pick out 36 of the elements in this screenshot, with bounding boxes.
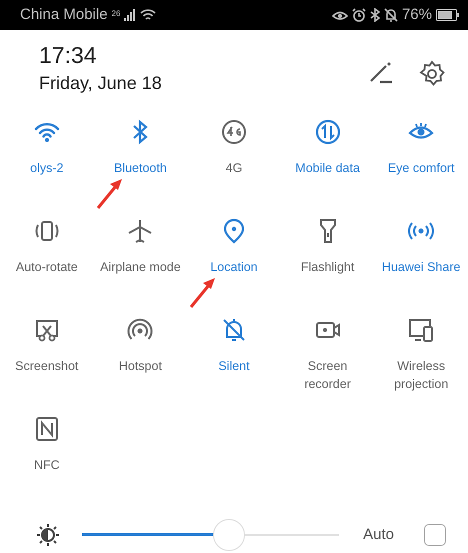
clock-time: 17:34: [39, 42, 98, 70]
alarm-icon: [352, 8, 366, 22]
tile-label[interactable]: Hotspot: [118, 358, 162, 376]
carrier-name: China Mobile: [20, 4, 108, 25]
settings-icon[interactable]: [418, 60, 446, 88]
network-type: 26: [112, 10, 120, 18]
bluetooth-icon: [370, 8, 380, 22]
tile-label[interactable]: Eye comfort: [388, 160, 455, 178]
tile-label[interactable]: Wireless projection: [377, 358, 466, 393]
wifi-icon: [140, 8, 156, 22]
tile-label[interactable]: Auto-rotate: [16, 259, 78, 276]
tile-label[interactable]: Huawei Share: [382, 259, 460, 276]
airplane-icon[interactable]: [126, 217, 154, 245]
tile-label[interactable]: Location: [210, 259, 258, 276]
screens-icon[interactable]: [407, 316, 436, 344]
date-text: Friday, June 18: [39, 72, 162, 95]
tile-label[interactable]: 4G: [226, 160, 242, 178]
signal-icon: [124, 9, 136, 21]
brightness-icon: [36, 523, 60, 547]
mute-icon: [384, 8, 398, 22]
4g-icon[interactable]: [220, 118, 248, 146]
battery-icon: [436, 9, 460, 21]
tile-label[interactable]: olys-2: [30, 160, 64, 178]
tile-label[interactable]: Silent: [218, 358, 250, 376]
data-arrows-icon[interactable]: [314, 118, 342, 146]
battery-percent: 76%: [402, 4, 432, 25]
tile-label[interactable]: Screenshot: [15, 358, 78, 376]
tile-label[interactable]: Flashlight: [300, 259, 354, 276]
tile-label[interactable]: Screen recorder: [284, 358, 372, 393]
auto-label: Auto: [363, 524, 394, 545]
slider-thumb[interactable]: [212, 519, 245, 551]
tile-label[interactable]: NFC: [34, 457, 60, 474]
auto-checkbox[interactable]: [424, 524, 446, 546]
tile-label[interactable]: Airplane mode: [100, 259, 181, 276]
tile-label[interactable]: Bluetooth: [114, 160, 167, 178]
tile-label[interactable]: Mobile data: [295, 160, 360, 178]
